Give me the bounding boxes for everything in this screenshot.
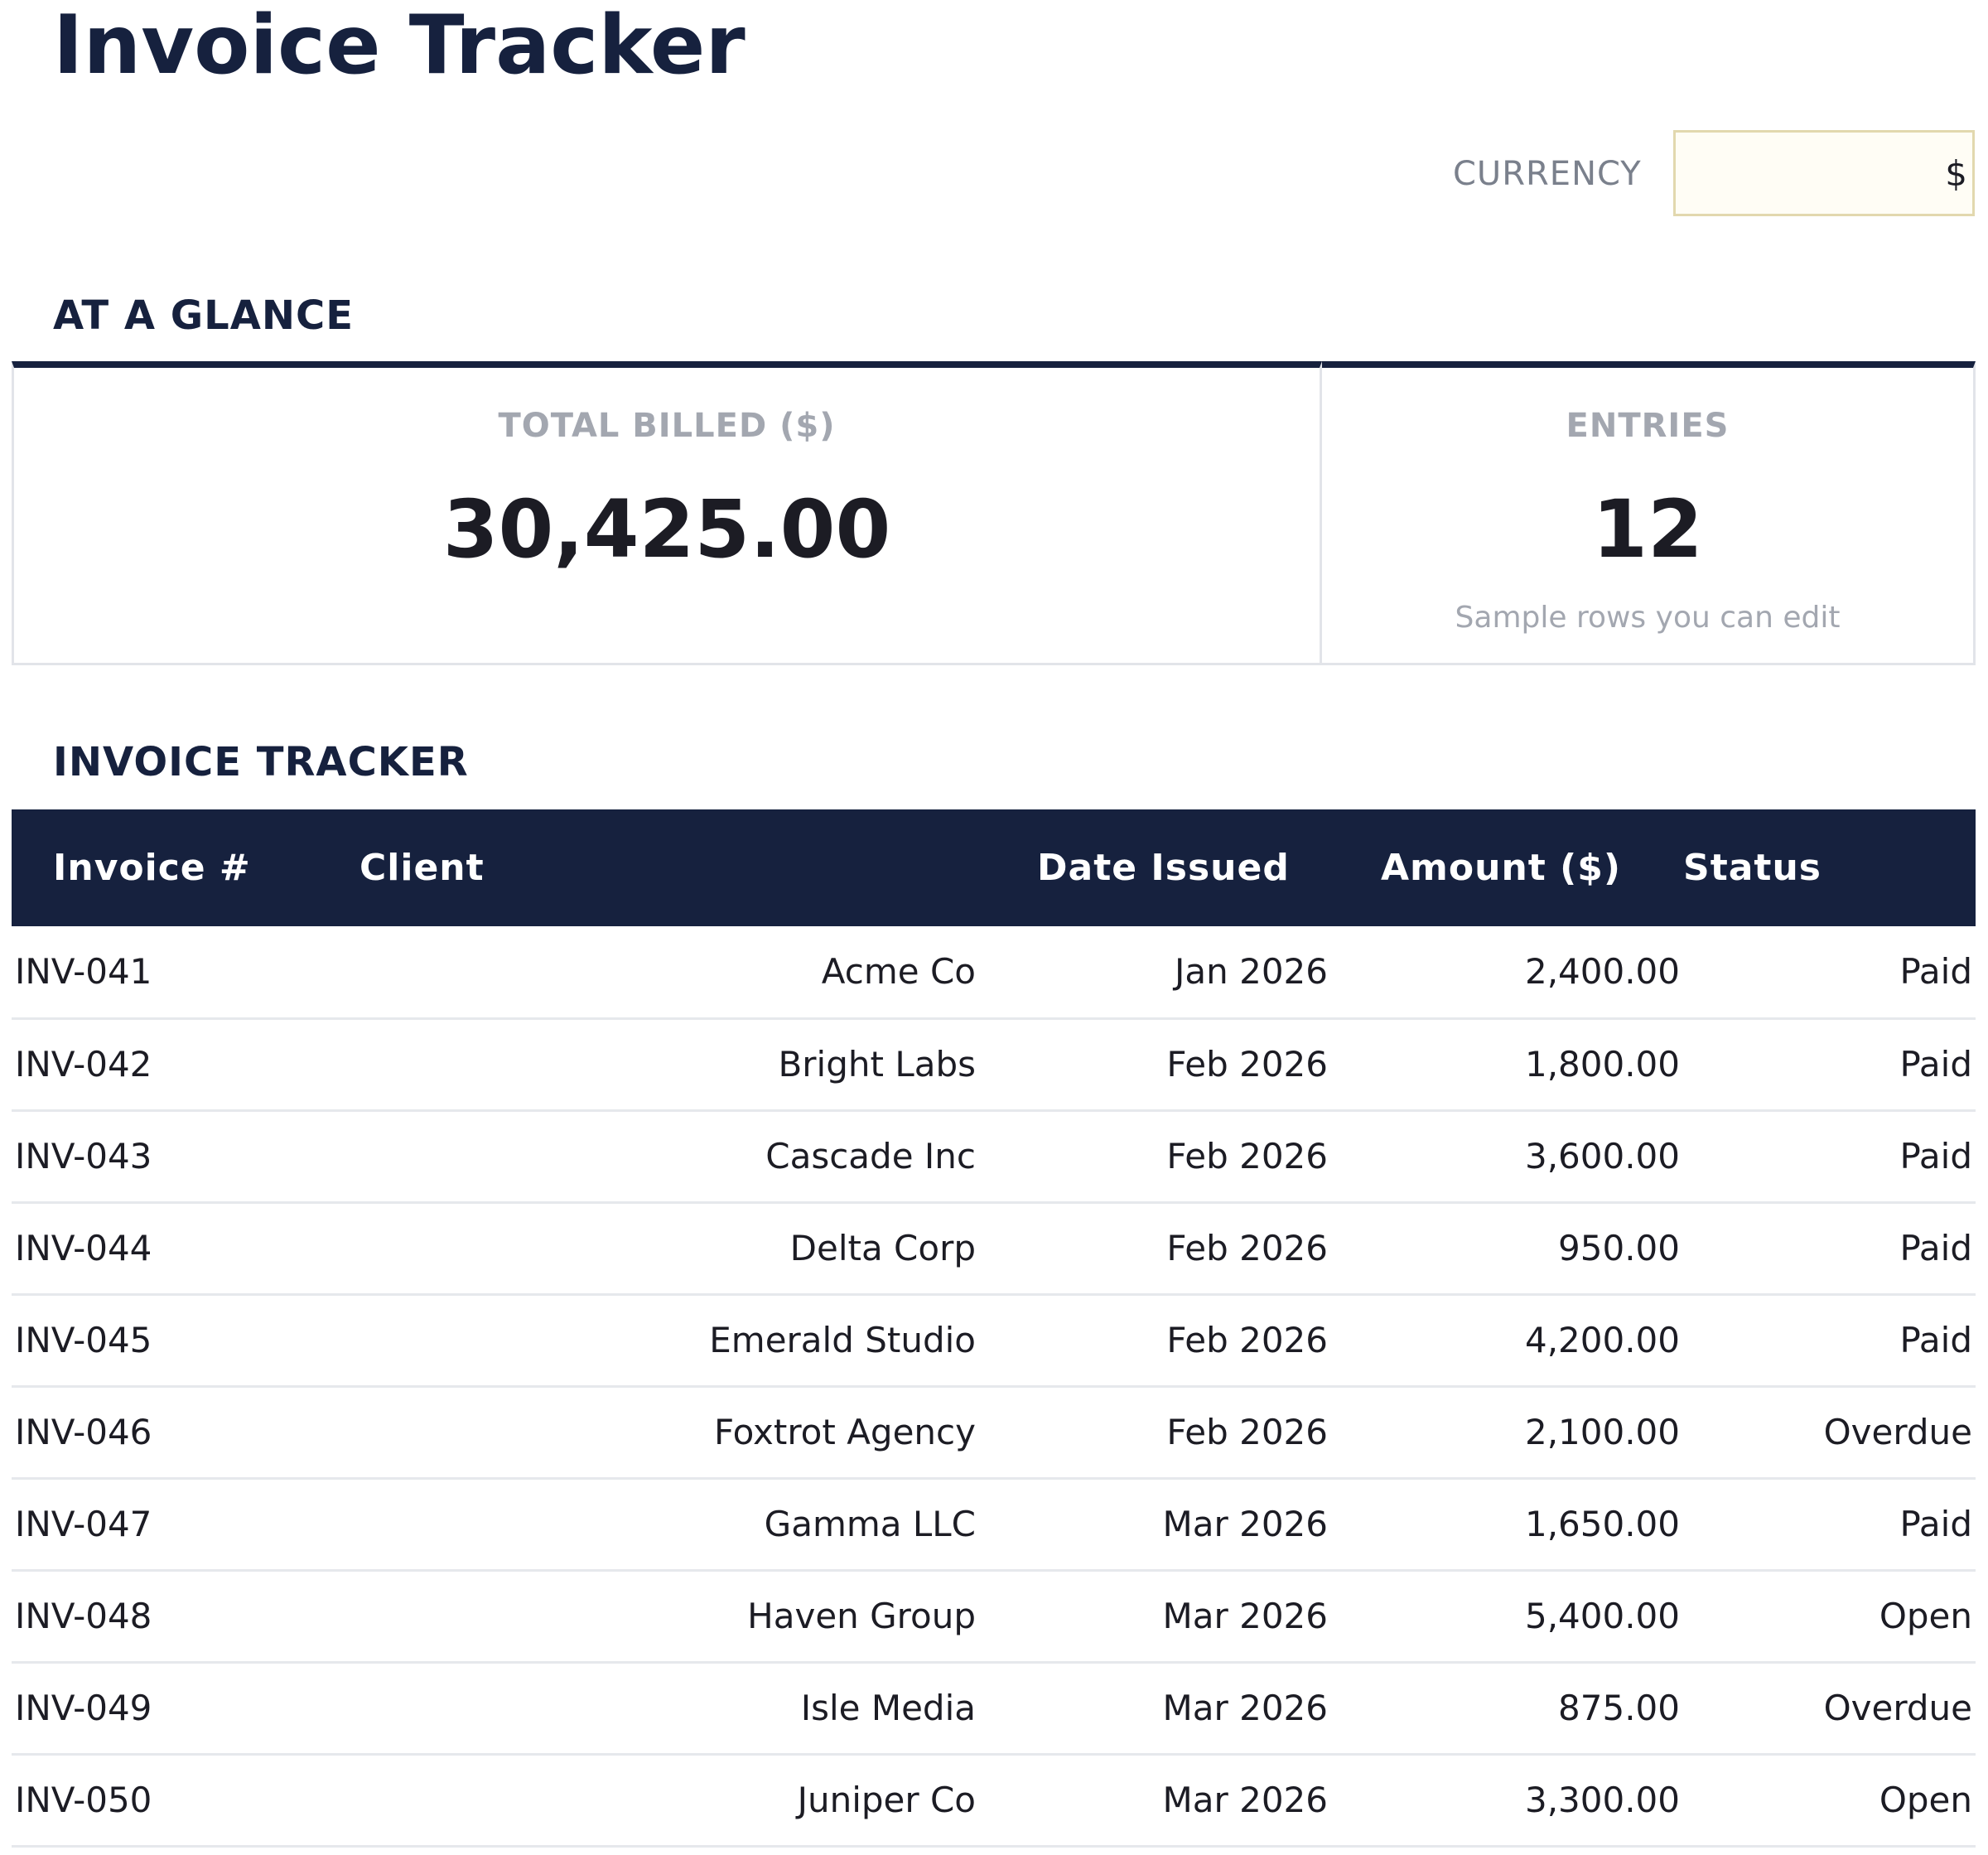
entries-card: ENTRIES 12 Sample rows you can edit bbox=[1322, 361, 1976, 665]
client-cell[interactable]: Haven Group bbox=[359, 1570, 979, 1662]
table-row: INV-046 Foxtrot Agency Feb 2026 2,100.00… bbox=[12, 1386, 1976, 1478]
date-issued-cell[interactable]: Mar 2026 bbox=[979, 1478, 1331, 1570]
client-cell[interactable]: Delta Corp bbox=[359, 1202, 979, 1294]
amount-cell[interactable]: 5,400.00 bbox=[1331, 1570, 1683, 1662]
date-issued-cell[interactable]: Feb 2026 bbox=[979, 1110, 1331, 1202]
invoice-number-cell[interactable]: INV-041 bbox=[12, 926, 359, 1018]
column-header-invoice[interactable]: Invoice # bbox=[12, 809, 359, 926]
status-cell[interactable]: Open bbox=[1683, 1570, 1976, 1662]
status-cell[interactable]: Overdue bbox=[1683, 1662, 1976, 1754]
table-row: INV-044 Delta Corp Feb 2026 950.00 Paid bbox=[12, 1202, 1976, 1294]
table-header-row: Invoice # Client Date Issued Amount ($) … bbox=[12, 809, 1976, 926]
invoice-number-cell[interactable]: INV-049 bbox=[12, 1662, 359, 1754]
invoice-number-cell[interactable]: INV-042 bbox=[12, 1018, 359, 1110]
status-cell[interactable]: Paid bbox=[1683, 1478, 1976, 1570]
date-issued-cell[interactable]: Jan 2026 bbox=[979, 926, 1331, 1018]
amount-cell[interactable]: 3,600.00 bbox=[1331, 1110, 1683, 1202]
amount-cell[interactable]: 950.00 bbox=[1331, 1202, 1683, 1294]
invoice-number-cell[interactable]: INV-044 bbox=[12, 1202, 359, 1294]
amount-cell[interactable]: 2,400.00 bbox=[1331, 926, 1683, 1018]
entries-value: 12 bbox=[1592, 483, 1703, 576]
column-header-amount[interactable]: Amount ($) bbox=[1331, 809, 1683, 926]
date-issued-cell[interactable]: Mar 2026 bbox=[979, 1754, 1331, 1846]
invoice-number-cell[interactable]: INV-047 bbox=[12, 1478, 359, 1570]
table-row: INV-041 Acme Co Jan 2026 2,400.00 Paid bbox=[12, 926, 1976, 1018]
client-cell[interactable]: Cascade Inc bbox=[359, 1110, 979, 1202]
invoice-number-cell[interactable]: INV-043 bbox=[12, 1110, 359, 1202]
date-issued-cell[interactable]: Feb 2026 bbox=[979, 1018, 1331, 1110]
entries-note: Sample rows you can edit bbox=[1455, 601, 1841, 635]
column-header-status[interactable]: Status bbox=[1683, 809, 1976, 926]
date-issued-cell[interactable]: Mar 2026 bbox=[979, 1570, 1331, 1662]
client-cell[interactable]: Emerald Studio bbox=[359, 1294, 979, 1386]
status-cell[interactable]: Paid bbox=[1683, 1294, 1976, 1386]
date-issued-cell[interactable]: Mar 2026 bbox=[979, 1662, 1331, 1754]
date-issued-cell[interactable]: Feb 2026 bbox=[979, 1386, 1331, 1478]
column-header-client[interactable]: Client bbox=[359, 809, 979, 926]
client-cell[interactable]: Gamma LLC bbox=[359, 1478, 979, 1570]
status-cell[interactable]: Paid bbox=[1683, 1202, 1976, 1294]
client-cell[interactable]: Juniper Co bbox=[359, 1754, 979, 1846]
client-cell[interactable]: Isle Media bbox=[359, 1662, 979, 1754]
table-row: INV-043 Cascade Inc Feb 2026 3,600.00 Pa… bbox=[12, 1110, 1976, 1202]
date-issued-cell[interactable]: Feb 2026 bbox=[979, 1294, 1331, 1386]
status-cell[interactable]: Paid bbox=[1683, 1110, 1976, 1202]
at-a-glance-heading: AT A GLANCE bbox=[53, 292, 355, 339]
client-cell[interactable]: Bright Labs bbox=[359, 1018, 979, 1110]
invoice-tracker-heading: INVOICE TRACKER bbox=[53, 739, 469, 785]
entries-label: ENTRIES bbox=[1566, 407, 1730, 445]
currency-input[interactable] bbox=[1673, 130, 1975, 216]
amount-cell[interactable]: 1,650.00 bbox=[1331, 1478, 1683, 1570]
invoice-number-cell[interactable]: INV-045 bbox=[12, 1294, 359, 1386]
client-cell[interactable]: Foxtrot Agency bbox=[359, 1386, 979, 1478]
amount-cell[interactable]: 1,800.00 bbox=[1331, 1018, 1683, 1110]
date-issued-cell[interactable]: Feb 2026 bbox=[979, 1202, 1331, 1294]
page-title: Invoice Tracker bbox=[53, 0, 746, 93]
table-row: INV-049 Isle Media Mar 2026 875.00 Overd… bbox=[12, 1662, 1976, 1754]
at-a-glance-panel: TOTAL BILLED ($) 30,425.00 ENTRIES 12 Sa… bbox=[12, 361, 1976, 665]
total-billed-value: 30,425.00 bbox=[442, 483, 891, 576]
table-row: INV-047 Gamma LLC Mar 2026 1,650.00 Paid bbox=[12, 1478, 1976, 1570]
invoice-table: Invoice # Client Date Issued Amount ($) … bbox=[12, 809, 1976, 1848]
client-cell[interactable]: Acme Co bbox=[359, 926, 979, 1018]
amount-cell[interactable]: 2,100.00 bbox=[1331, 1386, 1683, 1478]
status-cell[interactable]: Paid bbox=[1683, 1018, 1976, 1110]
table-row: INV-042 Bright Labs Feb 2026 1,800.00 Pa… bbox=[12, 1018, 1976, 1110]
table-row: INV-050 Juniper Co Mar 2026 3,300.00 Ope… bbox=[12, 1754, 1976, 1846]
table-row: INV-045 Emerald Studio Feb 2026 4,200.00… bbox=[12, 1294, 1976, 1386]
invoice-number-cell[interactable]: INV-050 bbox=[12, 1754, 359, 1846]
amount-cell[interactable]: 4,200.00 bbox=[1331, 1294, 1683, 1386]
status-cell[interactable]: Paid bbox=[1683, 926, 1976, 1018]
amount-cell[interactable]: 875.00 bbox=[1331, 1662, 1683, 1754]
invoice-number-cell[interactable]: INV-046 bbox=[12, 1386, 359, 1478]
table-row: INV-048 Haven Group Mar 2026 5,400.00 Op… bbox=[12, 1570, 1976, 1662]
status-cell[interactable]: Overdue bbox=[1683, 1386, 1976, 1478]
total-billed-card: TOTAL BILLED ($) 30,425.00 bbox=[12, 361, 1322, 665]
status-cell[interactable]: Open bbox=[1683, 1754, 1976, 1846]
currency-label: CURRENCY bbox=[1453, 155, 1642, 193]
amount-cell[interactable]: 3,300.00 bbox=[1331, 1754, 1683, 1846]
total-billed-label: TOTAL BILLED ($) bbox=[498, 407, 836, 445]
invoice-number-cell[interactable]: INV-048 bbox=[12, 1570, 359, 1662]
column-header-date-issued[interactable]: Date Issued bbox=[979, 809, 1331, 926]
